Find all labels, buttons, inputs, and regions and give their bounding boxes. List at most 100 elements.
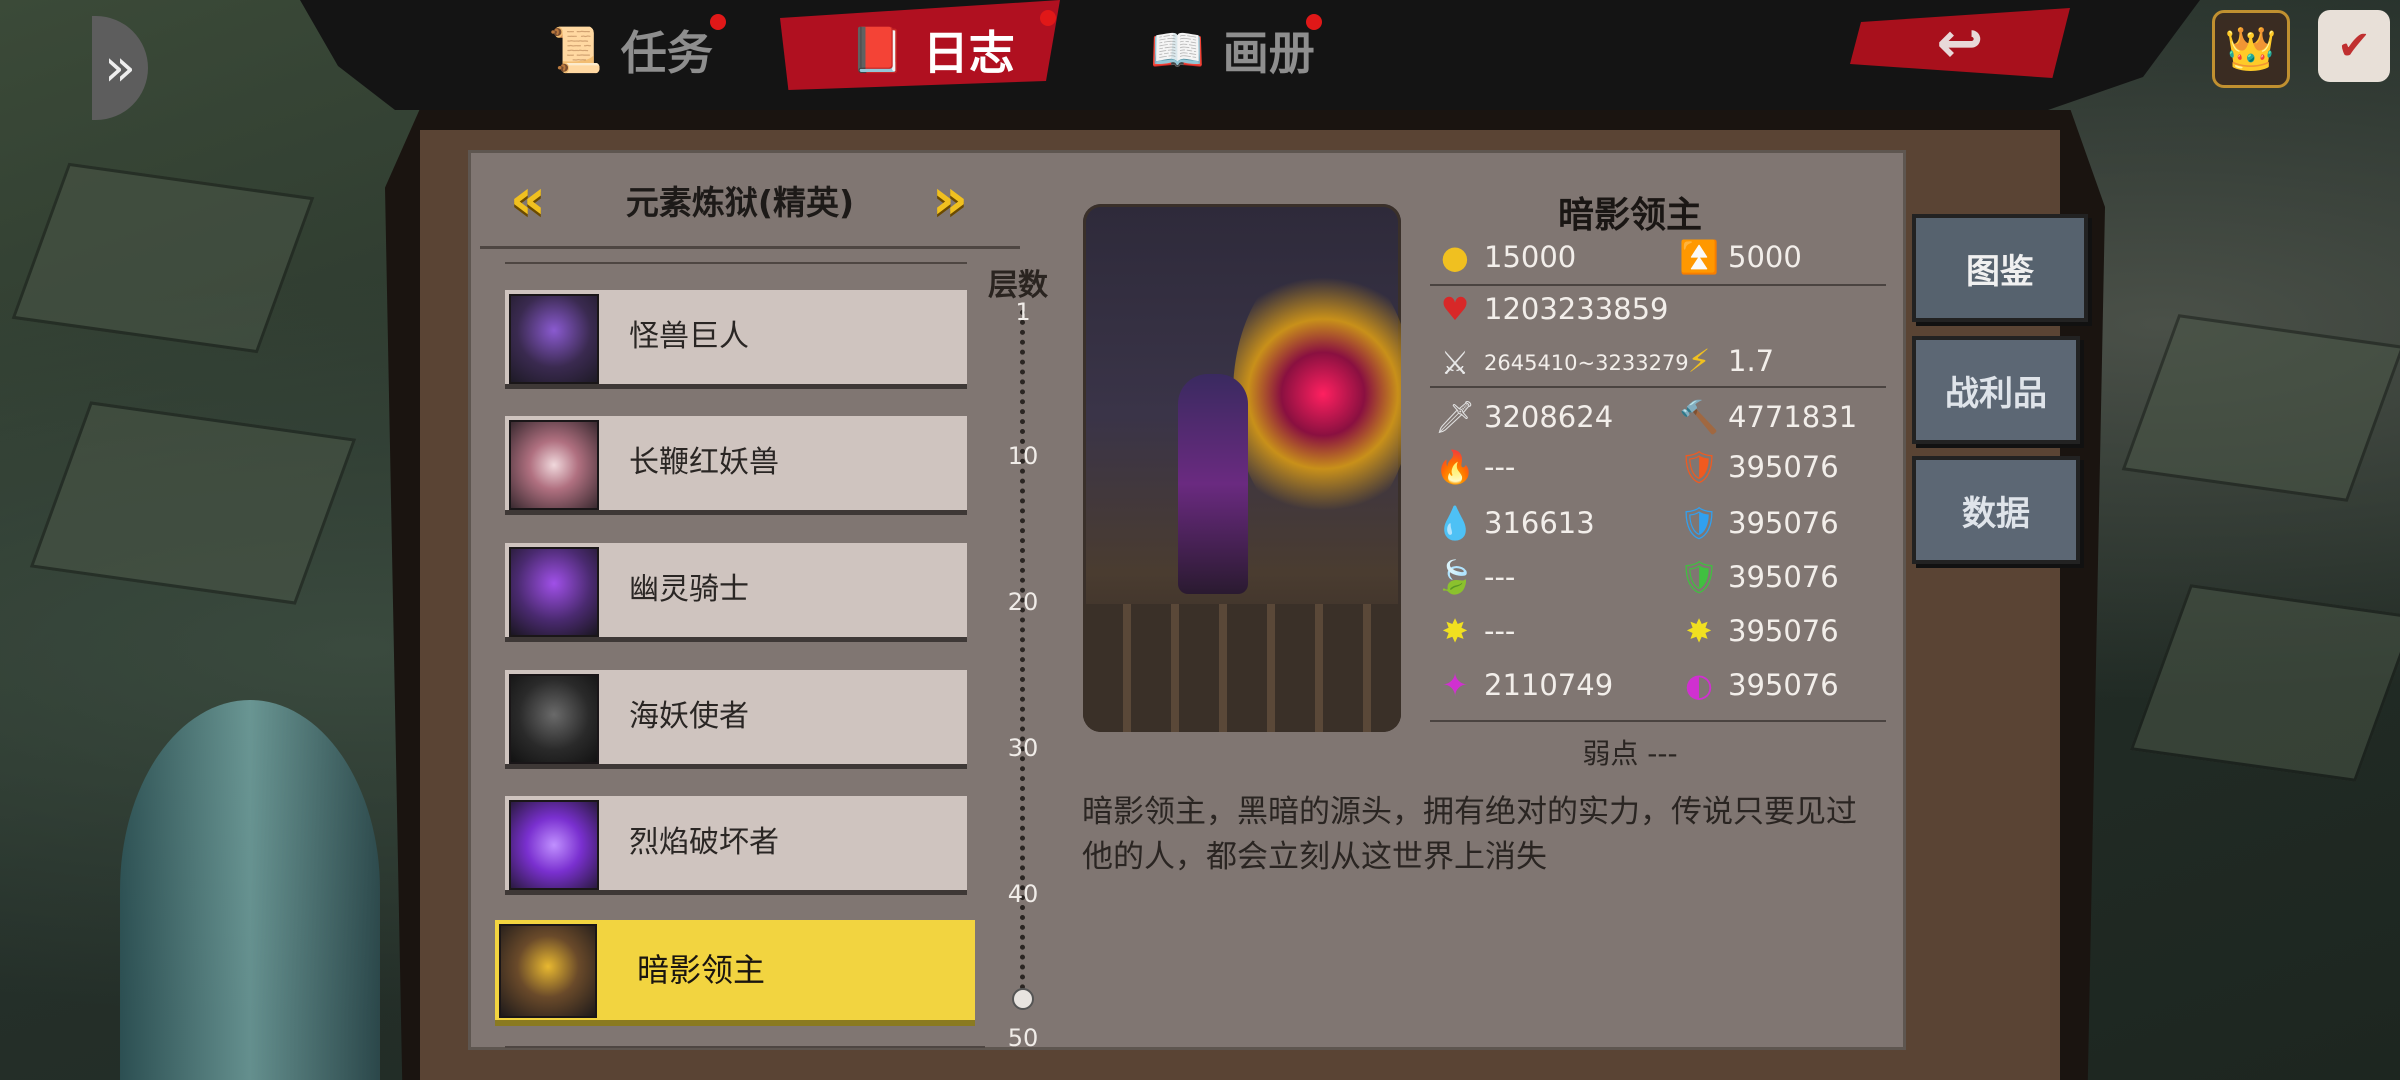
divider — [1430, 720, 1886, 722]
water-attack-icon: 💧 — [1435, 504, 1475, 542]
notification-dot — [710, 14, 726, 30]
stat-value: 1.7 — [1728, 344, 1775, 378]
leaf-attack-icon: 🍃 — [1435, 558, 1475, 596]
monster-name: 烈焰破坏者 — [629, 825, 779, 860]
tab-tasks[interactable]: 📜 任务 — [548, 10, 713, 90]
stat-value: --- — [1484, 614, 1516, 648]
stat-dark-attack: ✦ 2110749 — [1436, 666, 1614, 704]
stat-value: 4771831 — [1728, 400, 1858, 434]
stat-water-defense: 🛡 395076 — [1678, 504, 1839, 542]
journal-icon: 📕 — [850, 25, 905, 76]
monster-portrait — [509, 674, 599, 764]
stat-hp: ♥ 1203233859 — [1436, 290, 1669, 328]
leaf-defense-icon: 🛡 — [1678, 558, 1720, 596]
tab-journal[interactable]: 📕 日志 — [850, 10, 1015, 90]
divider — [505, 1046, 985, 1048]
stat-light-defense: ✸ 395076 — [1680, 612, 1839, 650]
light-defense-icon: ✸ — [1685, 612, 1713, 650]
side-tab-data[interactable]: 数据 — [1912, 456, 2080, 564]
stat-value: 395076 — [1728, 450, 1839, 484]
next-stage-button[interactable]: » — [920, 168, 980, 232]
layer-tick: 30 — [1007, 734, 1039, 762]
tab-album[interactable]: 📖 画册 — [1150, 10, 1315, 90]
side-tab-loot[interactable]: 战利品 — [1912, 336, 2080, 444]
side-tab-label: 数据 — [1962, 493, 2030, 534]
shield-statue — [120, 700, 380, 1080]
monster-name: 海妖使者 — [629, 699, 749, 734]
layer-slider-handle[interactable] — [1012, 988, 1034, 1010]
stat-value: 395076 — [1728, 614, 1839, 648]
notification-dot — [1040, 10, 1056, 26]
monster-name: 暗影领主 — [637, 951, 766, 989]
dark-defense-icon: ◐ — [1685, 666, 1713, 704]
monster-portrait — [509, 547, 599, 637]
stat-value: 15000 — [1484, 240, 1577, 274]
divider — [505, 262, 967, 264]
monster-list-item[interactable]: 幽灵骑士 — [505, 543, 967, 637]
boss-portrait — [1083, 204, 1401, 732]
stat-wood-defense: 🛡 395076 — [1678, 558, 1839, 596]
notification-dot — [1306, 14, 1322, 30]
stat-value: 2110749 — [1484, 668, 1614, 702]
monster-portrait — [509, 420, 599, 510]
scroll-icon: 📜 — [548, 25, 603, 76]
level-up-icon: ⏫ — [1679, 238, 1719, 276]
sword-icon: ⚔ — [1440, 344, 1470, 382]
monster-list-item[interactable]: 长鞭红妖兽 — [505, 416, 967, 510]
stat-value: --- — [1484, 450, 1516, 484]
monster-name: 长鞭红妖兽 — [629, 445, 779, 480]
side-tab-label: 战利品 — [1945, 373, 2047, 414]
monster-list-item-selected[interactable]: 暗影领主 — [495, 920, 975, 1020]
back-arrow-icon: ↩ — [1936, 10, 1984, 76]
physical-attack-icon: 🗡 — [1434, 398, 1476, 436]
heart-icon: ♥ — [1440, 290, 1470, 328]
stat-attack-speed: ⚡ 1.7 — [1680, 342, 1774, 380]
stat-water-attack: 💧 316613 — [1435, 504, 1595, 542]
monster-portrait — [509, 294, 599, 384]
speed-sword-icon: ⚡ — [1687, 342, 1711, 380]
monster-portrait — [499, 924, 597, 1018]
dark-attack-icon: ✦ — [1441, 666, 1469, 704]
stat-value: 316613 — [1484, 506, 1595, 540]
stat-value: 395076 — [1728, 506, 1839, 540]
physical-defense-icon: 🔨 — [1679, 398, 1719, 436]
stat-value: --- — [1484, 560, 1516, 594]
monster-name: 幽灵骑士 — [629, 572, 749, 607]
stat-value: 1203233859 — [1484, 292, 1669, 326]
stat-dark-defense: ◐ 395076 — [1680, 666, 1839, 704]
boss-description: 暗影领主，黑暗的源头，拥有绝对的实力，传说只要见过他的人，都会立刻从这世界上消失 — [1082, 794, 1857, 875]
stat-value: 395076 — [1728, 560, 1839, 594]
monster-list-item[interactable]: 怪兽巨人 — [505, 290, 967, 384]
stat-value: 395076 — [1728, 668, 1839, 702]
fire-attack-icon: 🔥 — [1435, 448, 1475, 486]
stat-attack-range: ⚔ 2645410~3233279 — [1436, 344, 1689, 382]
tab-label: 画册 — [1222, 26, 1315, 80]
book-icon: 📖 — [1150, 25, 1205, 76]
fire-defense-icon: 🛡 — [1678, 448, 1720, 486]
layer-tick: 50 — [1007, 1024, 1039, 1052]
monster-list-item[interactable]: 海妖使者 — [505, 670, 967, 764]
water-defense-icon: 🛡 — [1678, 504, 1720, 542]
stat-value: 5000 — [1728, 240, 1802, 274]
divider — [1430, 284, 1886, 286]
tab-label: 任务 — [620, 26, 713, 80]
side-tab-label: 图鉴 — [1966, 251, 2034, 292]
layer-tick: 40 — [1007, 880, 1039, 908]
layer-tick: 10 — [1007, 442, 1039, 470]
fence-art — [1083, 604, 1401, 732]
stat-exp: ⏫ 5000 — [1679, 238, 1802, 276]
stat-value: 3208624 — [1484, 400, 1614, 434]
stat-physical-defense: 🔨 4771831 — [1679, 398, 1858, 436]
stage-title: 元素炼狱(精英) — [625, 183, 855, 222]
calendar-check-icon[interactable]: ✔ — [2318, 10, 2390, 82]
divider — [480, 246, 1020, 249]
monster-name: 怪兽巨人 — [629, 319, 749, 354]
stat-gold: ● 15000 — [1436, 238, 1576, 276]
stat-value: 2645410~3233279 — [1484, 351, 1689, 375]
stat-fire-attack: 🔥 --- — [1435, 448, 1516, 486]
stat-fire-defense: 🛡 395076 — [1678, 448, 1839, 486]
crown-icon[interactable]: 👑 — [2212, 10, 2290, 88]
side-tab-codex[interactable]: 图鉴 — [1912, 214, 2088, 322]
monster-list-item[interactable]: 烈焰破坏者 — [505, 796, 967, 890]
portal-art — [1233, 254, 1401, 534]
